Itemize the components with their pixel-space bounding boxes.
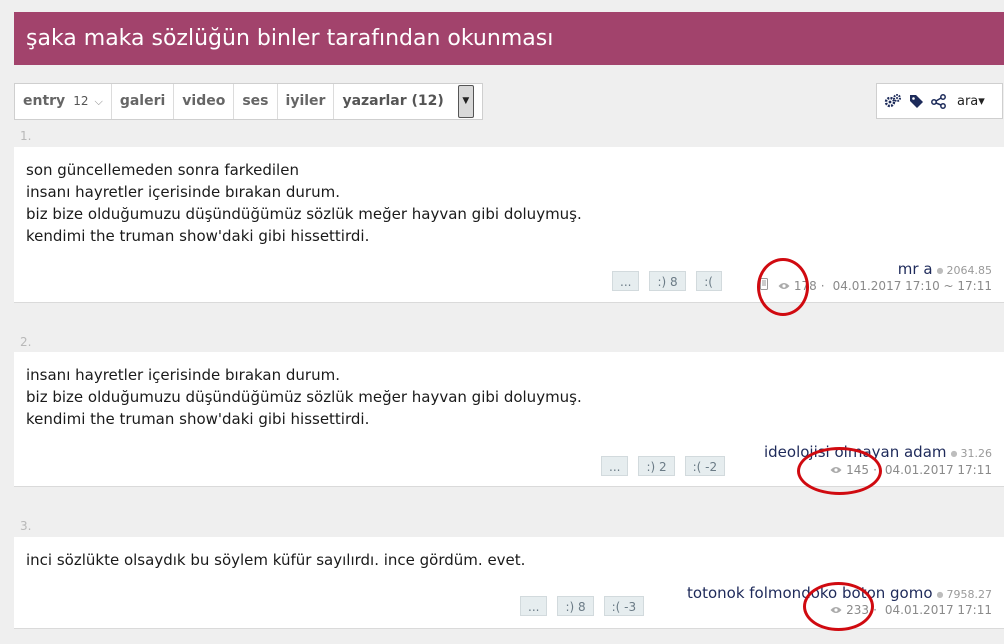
separator-dot: ·	[873, 603, 877, 617]
entry-card: insanı hayretler içerisinde bırakan duru…	[14, 352, 1004, 487]
upvote-button[interactable]: :) 8	[557, 596, 594, 616]
entry-line: kendimi the truman show'daki gibi hisset…	[26, 410, 370, 428]
tab-entry-label: entry	[23, 93, 66, 109]
entry-text: son güncellemeden sonra farkedilen insan…	[26, 159, 582, 247]
entry-meta: 233 · 04.01.2017 17:11	[830, 603, 992, 617]
tab-ses[interactable]: ses	[234, 84, 278, 119]
entry-line: son güncellemeden sonra farkedilen	[26, 161, 299, 179]
vote-buttons: ... :) 2 :( -2	[601, 456, 726, 476]
view-count: 178	[793, 278, 817, 293]
search-menu-label: ara	[957, 93, 979, 109]
entry-card: son güncellemeden sonra farkedilen insan…	[14, 147, 1004, 303]
downvote-button[interactable]: :( -2	[684, 456, 726, 476]
entry-text: inci sözlükte olsaydık bu söylem küfür s…	[26, 549, 525, 571]
gears-icon[interactable]	[884, 93, 902, 109]
entry-number: 2.	[20, 335, 32, 349]
entry-line: insanı hayretler içerisinde bırakan duru…	[26, 366, 340, 384]
entry-count-badge: 12	[73, 94, 89, 108]
upvote-button[interactable]: :) 8	[649, 271, 686, 291]
eye-icon	[830, 603, 842, 617]
entry-date[interactable]: 04.01.2017 17:11	[885, 603, 992, 617]
entry-author[interactable]: totonok folmondoko boton gomo 7958.27	[687, 584, 992, 602]
entry-meta: 178 · 04.01.2017 17:10 ~ 17:11	[759, 278, 992, 293]
more-button[interactable]: ...	[612, 271, 640, 291]
separator-dot: ·	[820, 278, 825, 293]
author-name[interactable]: mr a	[898, 260, 933, 278]
downvote-button[interactable]: :(	[695, 271, 722, 291]
tab-iyiler[interactable]: iyiler	[278, 84, 335, 119]
entry-card: inci sözlükte olsaydık bu söylem küfür s…	[14, 537, 1004, 629]
entry-line: insanı hayretler içerisinde bırakan duru…	[26, 183, 340, 201]
author-name[interactable]: totonok folmondoko boton gomo	[687, 584, 933, 602]
entry-line: inci sözlükte olsaydık bu söylem küfür s…	[26, 551, 526, 569]
author-name[interactable]: ideolojisi olmayan adam	[764, 443, 947, 461]
tab-entry[interactable]: entry 12 ⌵	[15, 84, 112, 119]
more-button[interactable]: ...	[520, 596, 548, 616]
search-menu-button[interactable]: ara▾	[957, 94, 985, 109]
view-count: 233	[846, 603, 870, 617]
eye-icon	[778, 279, 790, 293]
entry-text: insanı hayretler içerisinde bırakan duru…	[26, 364, 582, 430]
page-title: şaka maka sözlüğün binler tarafından oku…	[14, 12, 1004, 65]
author-karma: 31.26	[951, 447, 992, 460]
mobile-icon	[759, 278, 768, 293]
entry-number: 1.	[20, 129, 32, 143]
tag-icon[interactable]	[909, 94, 924, 109]
authors-select-label: yazarlar (12)	[342, 93, 444, 109]
vote-buttons: ... :) 8 :(	[612, 271, 722, 291]
tab-galeri[interactable]: galeri	[112, 84, 175, 119]
upvote-button[interactable]: :) 2	[638, 456, 675, 476]
entry-meta: 145 · 04.01.2017 17:11	[830, 463, 992, 477]
tools-panel: ara▾	[876, 83, 1003, 119]
share-icon[interactable]	[931, 93, 947, 109]
separator-dot: ·	[873, 463, 877, 477]
author-karma: 7958.27	[937, 588, 992, 601]
author-karma: 2064.85	[937, 264, 992, 277]
dropdown-arrow-icon[interactable]: ▼	[457, 85, 474, 118]
caret-down-icon: ▾	[978, 93, 985, 109]
entry-author[interactable]: ideolojisi olmayan adam 31.26	[764, 443, 992, 461]
entry-toolbar: entry 12 ⌵ galeri video ses iyiler yazarla…	[14, 83, 483, 120]
eye-icon	[830, 463, 842, 477]
entry-number: 3.	[20, 519, 32, 533]
authors-select[interactable]: yazarlar (12) ▼	[334, 84, 481, 119]
entry-line: biz bize olduğumuzu düşündüğümüz sözlük …	[26, 205, 582, 223]
more-button[interactable]: ...	[601, 456, 629, 476]
vote-buttons: ... :) 8 :( -3	[520, 596, 645, 616]
chevron-down-icon: ⌵	[94, 95, 103, 108]
entry-date[interactable]: 04.01.2017 17:10 ~ 17:11	[833, 279, 992, 293]
entry-date[interactable]: 04.01.2017 17:11	[885, 463, 992, 477]
downvote-button[interactable]: :( -3	[603, 596, 645, 616]
entry-author[interactable]: mr a 2064.85	[898, 260, 992, 278]
entry-line: biz bize olduğumuzu düşündüğümüz sözlük …	[26, 388, 582, 406]
view-count: 145	[846, 463, 870, 477]
tab-video[interactable]: video	[174, 84, 235, 119]
entry-line: kendimi the truman show'daki gibi hisset…	[26, 227, 370, 245]
